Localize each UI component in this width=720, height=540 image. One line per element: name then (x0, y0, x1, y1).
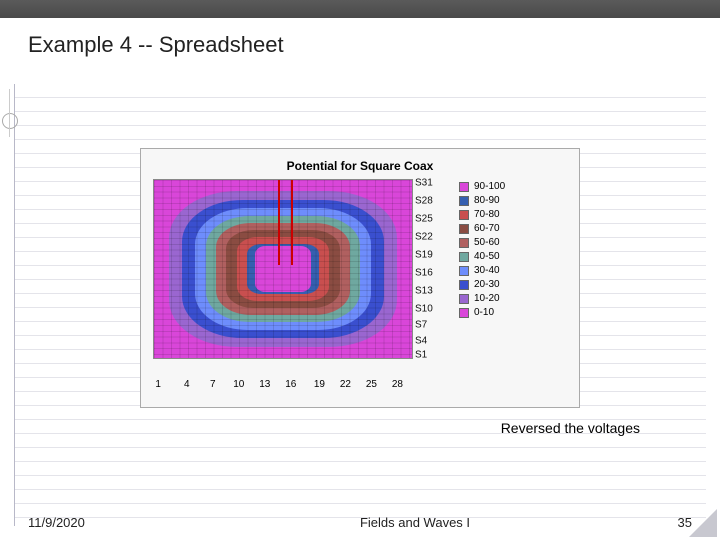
legend-item: 40-50 (459, 251, 573, 262)
x-tick: 19 (314, 379, 325, 390)
contour-plot (153, 179, 413, 359)
y-tick: S4 (415, 336, 427, 347)
x-tick: 25 (366, 379, 377, 390)
legend-item: 70-80 (459, 209, 573, 220)
x-tick: 22 (340, 379, 351, 390)
legend-item: 90-100 (459, 181, 573, 192)
legend-label: 50-60 (474, 237, 500, 248)
swatch-icon (459, 294, 469, 304)
legend-item: 60-70 (459, 223, 573, 234)
y-tick: S22 (415, 231, 433, 242)
y-tick: S28 (415, 195, 433, 206)
swatch-icon (459, 280, 469, 290)
y-tick: S31 (415, 177, 433, 188)
swatch-icon (459, 238, 469, 248)
x-tick: 28 (392, 379, 403, 390)
legend-item: 80-90 (459, 195, 573, 206)
x-tick: 1 (155, 379, 161, 390)
legend-label: 60-70 (474, 223, 500, 234)
legend-label: 10-20 (474, 293, 500, 304)
legend-item: 0-10 (459, 307, 573, 318)
annotation-text: Reversed the voltages (501, 420, 640, 436)
y-tick: S1 (415, 350, 427, 361)
slide-title: Example 4 -- Spreadsheet (28, 32, 692, 58)
x-tick: 10 (233, 379, 244, 390)
plot-grid (154, 180, 412, 358)
legend-label: 30-40 (474, 265, 500, 276)
swatch-icon (459, 196, 469, 206)
legend-item: 10-20 (459, 293, 573, 304)
legend-label: 40-50 (474, 251, 500, 262)
footer-date: 11/9/2020 (28, 515, 198, 530)
y-tick: S10 (415, 303, 433, 314)
legend-item: 30-40 (459, 265, 573, 276)
x-tick: 16 (285, 379, 296, 390)
marker-line-2 (291, 180, 293, 265)
chart-layout: S31 S28 S25 S22 S19 S16 S13 S10 S7 S4 S1… (141, 179, 579, 379)
swatch-icon (459, 224, 469, 234)
legend-label: 70-80 (474, 209, 500, 220)
swatch-icon (459, 210, 469, 220)
marker-line-1 (278, 180, 280, 265)
legend-item: 20-30 (459, 279, 573, 290)
legend-label: 20-30 (474, 279, 500, 290)
footer-title: Fields and Waves I (198, 515, 632, 530)
y-tick: S25 (415, 213, 433, 224)
slide-footer: 11/9/2020 Fields and Waves I 35 (0, 515, 720, 530)
y-tick: S7 (415, 319, 427, 330)
swatch-icon (459, 266, 469, 276)
legend-label: 90-100 (474, 181, 505, 192)
swatch-icon (459, 182, 469, 192)
y-tick: S19 (415, 249, 433, 260)
slide-body: Example 4 -- Spreadsheet Potential for S… (0, 18, 720, 540)
x-tick: 13 (259, 379, 270, 390)
y-axis: S31 S28 S25 S22 S19 S16 S13 S10 S7 S4 S1 (413, 179, 445, 359)
window-top-bar (0, 0, 720, 18)
legend-label: 0-10 (474, 307, 494, 318)
swatch-icon (459, 308, 469, 318)
notebook-ring-icon (2, 113, 18, 129)
page-curl-icon (689, 509, 717, 537)
y-tick: S13 (415, 285, 433, 296)
chart-title: Potential for Square Coax (141, 149, 579, 179)
x-tick: 7 (210, 379, 216, 390)
swatch-icon (459, 252, 469, 262)
chart-container: Potential for Square Coax S31 S28 (140, 148, 580, 408)
legend: 90-100 80-90 70-80 60-70 50-60 40-50 30-… (445, 179, 579, 379)
x-axis: 1 4 7 10 13 16 19 22 25 28 (153, 379, 413, 403)
legend-label: 80-90 (474, 195, 500, 206)
legend-item: 50-60 (459, 237, 573, 248)
x-tick: 4 (184, 379, 190, 390)
footer-page: 35 (632, 515, 692, 530)
y-tick: S16 (415, 267, 433, 278)
